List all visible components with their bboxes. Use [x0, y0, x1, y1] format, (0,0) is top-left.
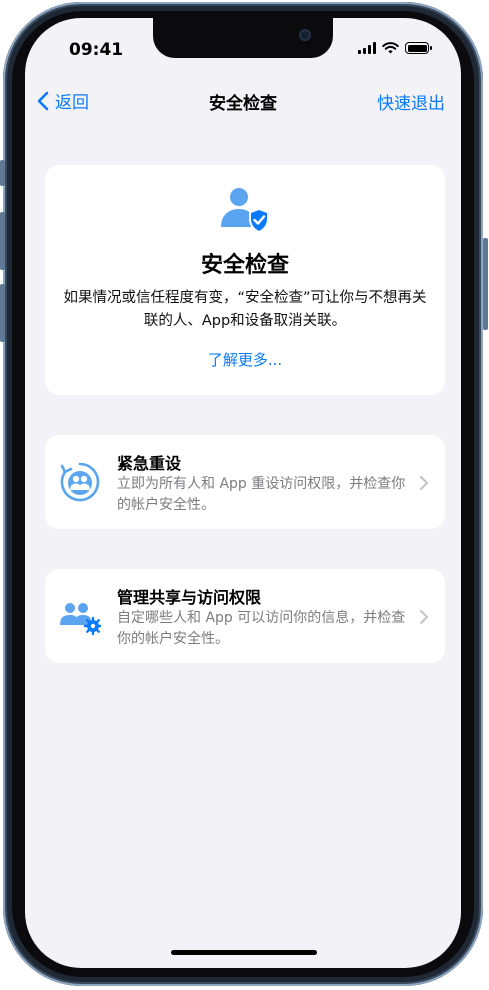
learn-more-link[interactable]: 了解更多... — [45, 349, 445, 370]
emergency-reset-description: 立即为所有人和 App 重设访问权限，并检查你的帐户安全性。 — [117, 476, 406, 513]
status-time: 09:41 — [69, 40, 124, 60]
quick-exit-button[interactable]: 快速退出 — [377, 89, 445, 114]
hero-title: 安全检查 — [200, 253, 289, 278]
status-icons — [358, 42, 432, 54]
notch — [153, 18, 333, 58]
manage-sharing-title: 管理共享与访问权限 — [117, 588, 262, 607]
volume-up-button — [0, 212, 5, 270]
emergency-reset-icon — [60, 462, 100, 502]
silent-switch — [0, 160, 5, 186]
chevron-right-icon — [419, 609, 429, 625]
people-gear-icon — [60, 603, 101, 636]
person-shield-icon — [221, 188, 269, 233]
wifi-icon — [382, 42, 399, 54]
battery-icon — [405, 42, 432, 54]
manage-sharing-option[interactable]: 管理共享与访问权限 自定哪些人和 App 可以访问你的信息，并检查你的帐户安全性… — [45, 569, 445, 663]
cellular-signal-icon — [358, 42, 376, 54]
hero-description: 如果情况或信任程度有变，“安全检查”可让你与不想再关联的人、App和设备取消关联… — [63, 290, 427, 329]
emergency-reset-title: 紧急重设 — [117, 454, 182, 473]
home-indicator[interactable] — [171, 950, 317, 955]
navigation-bar: 返回 安全检查 快速退出 — [25, 88, 461, 116]
volume-down-button — [0, 284, 5, 342]
side-button — [483, 238, 488, 330]
screen: 09:41 返回 安全检查 快速退出 安全检查 如果情况或信任程度有变，“安全检… — [25, 18, 461, 968]
emergency-reset-option[interactable]: 紧急重设 立即为所有人和 App 重设访问权限，并检查你的帐户安全性。 — [45, 435, 445, 529]
chevron-right-icon — [419, 475, 429, 491]
safety-check-hero-card: 安全检查 如果情况或信任程度有变，“安全检查”可让你与不想再关联的人、App和设… — [45, 165, 445, 395]
manage-sharing-description: 自定哪些人和 App 可以访问你的信息，并检查你的帐户安全性。 — [117, 610, 406, 647]
camera-icon — [299, 29, 311, 41]
